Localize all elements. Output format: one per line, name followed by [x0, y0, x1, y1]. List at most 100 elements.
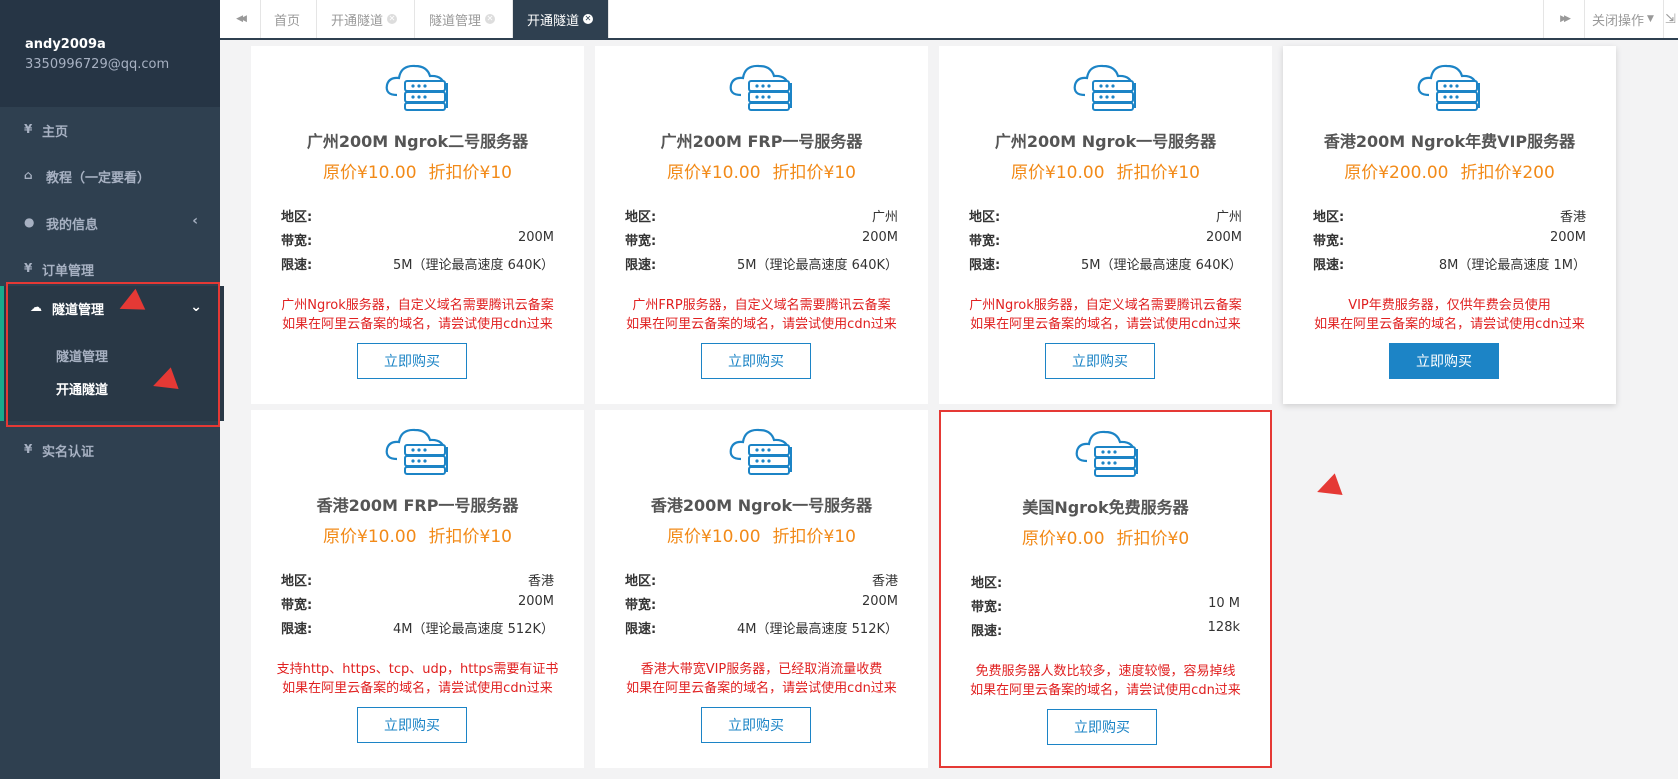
discount-price: 折扣价¥200: [1460, 163, 1555, 183]
speed-value: 8M（理论最高速度 1M）: [1438, 258, 1586, 273]
cloud-server-icon: [1415, 61, 1485, 111]
region-label: 地区:: [625, 574, 657, 589]
original-price: 原价¥10.00: [667, 163, 761, 183]
server-title: 广州200M Ngrok二号服务器: [306, 132, 529, 151]
speed-label: 限速:: [971, 624, 1003, 639]
tab-label: 隧道管理: [429, 13, 482, 29]
original-price: 原价¥10.00: [323, 163, 417, 183]
buy-now-button[interactable]: 立即购买: [701, 707, 811, 743]
server-title: 香港200M FRP一号服务器: [316, 496, 519, 515]
user-name[interactable]: andy2009a: [25, 37, 106, 52]
server-title: 美国Ngrok免费服务器: [1022, 498, 1189, 517]
region-value: 香港: [871, 574, 898, 589]
server-description: 广州FRP服务器，自定义域名需要腾讯云备案 如果在阿里云备案的域名，请尝试使用cd…: [595, 296, 928, 334]
tab-label: 开通隧道: [331, 13, 384, 29]
original-price: 原价¥10.00: [323, 527, 417, 547]
bandwidth-label: 带宽:: [281, 234, 313, 249]
nav-realname-label: 实名认证: [42, 445, 95, 460]
server-description: 广州Ngrok服务器，自定义域名需要腾讯云备案 如果在阿里云备案的域名，请尝试使用…: [251, 296, 584, 334]
tab-scroll-left-button[interactable]: ◀◀: [220, 0, 261, 38]
buy-now-button[interactable]: 立即购买: [701, 343, 811, 379]
yen-icon: ¥: [24, 261, 33, 275]
speed-value: 5M（理论最高速度 640K）: [1081, 258, 1242, 273]
buy-now-button[interactable]: 立即购买: [1389, 343, 1499, 379]
region-label: 地区:: [281, 574, 313, 589]
bandwidth-value: 200M: [517, 230, 554, 245]
bandwidth-label: 带宽:: [1313, 234, 1345, 249]
discount-price: 折扣价¥10: [428, 527, 512, 547]
tab-tunnel-manage[interactable]: 隧道管理 ✕: [415, 0, 513, 38]
tab-open-tunnel-active[interactable]: 开通隧道 ✕: [513, 0, 609, 38]
tab-open-tunnel[interactable]: 开通隧道 ✕: [317, 0, 415, 38]
cloud-server-icon: [727, 61, 797, 111]
description-line: 支持http、https、tcp、udp，https需要有证书: [276, 662, 559, 677]
server-description: 香港大带宽VIP服务器，已经取消流量收费 如果在阿里云备案的域名，请尝试使用cdn…: [595, 660, 928, 698]
bandwidth-value: 200M: [517, 594, 554, 609]
user-icon: ●: [24, 215, 35, 229]
buy-now-button[interactable]: 立即购买: [1045, 343, 1155, 379]
speed-label: 限速:: [281, 622, 313, 637]
speed-value: 4M（理论最高速度 512K）: [737, 622, 898, 637]
speed-label: 限速:: [625, 258, 657, 273]
discount-price: 折扣价¥10: [428, 163, 512, 183]
region-label: 地区:: [969, 210, 1001, 225]
speed-value: 5M（理论最高速度 640K）: [737, 258, 898, 273]
server-title: 香港200M Ngrok一号服务器: [650, 496, 873, 515]
speed-row: 限速: 8M（理论最高速度 1M）: [1313, 254, 1586, 273]
region-value: 广州: [871, 210, 898, 225]
nav-myinfo[interactable]: ● 我的信息 ‹: [0, 201, 220, 245]
speed-row: 限速: 5M（理论最高速度 640K）: [625, 254, 898, 273]
region-row: 地区: 香港: [1313, 206, 1586, 225]
tab-home[interactable]: 首页: [260, 0, 317, 38]
region-row: 地区: 广州: [625, 206, 898, 225]
server-card: 广州200M FRP一号服务器 原价¥10.00 折扣价¥10 地区: 广州 带宽:…: [595, 46, 928, 404]
description-line: 广州Ngrok服务器，自定义域名需要腾讯云备案: [281, 298, 554, 313]
server-price: 原价¥200.00 折扣价¥200: [1283, 158, 1616, 183]
close-icon[interactable]: ✕: [485, 14, 496, 24]
close-icon[interactable]: ✕: [583, 14, 594, 24]
region-label: 地区:: [971, 576, 1003, 591]
buy-now-button[interactable]: 立即购买: [1047, 709, 1157, 745]
close-ops-dropdown[interactable]: 关闭操作 ▼: [1583, 0, 1664, 38]
speed-value: 128k: [1207, 620, 1240, 635]
nav-tutorial-label: 教程（一定要看）: [46, 171, 151, 186]
region-row: 地区: 广州: [969, 206, 1242, 225]
server-price: 原价¥10.00 折扣价¥10: [251, 158, 584, 183]
exit-icon[interactable]: ⇲: [1663, 0, 1678, 38]
close-icon[interactable]: ✕: [387, 14, 398, 24]
annotation-highlight-box: [6, 282, 220, 427]
speed-label: 限速:: [625, 622, 657, 637]
region-value: 广州: [1215, 210, 1242, 225]
region-row: 地区:: [281, 206, 554, 225]
bandwidth-label: 带宽:: [969, 234, 1001, 249]
nav-realname[interactable]: ¥ 实名认证: [0, 428, 220, 472]
server-card: 香港200M Ngrok一号服务器 原价¥10.00 折扣价¥10 地区: 香港 带…: [595, 410, 928, 768]
description-line: 如果在阿里云备案的域名，请尝试使用cdn过来: [970, 683, 1241, 698]
original-price: 原价¥200.00: [1344, 163, 1449, 183]
description-line: 广州FRP服务器，自定义域名需要腾讯云备案: [632, 298, 891, 313]
tab-scroll-right-button[interactable]: ▶▶: [1543, 0, 1585, 38]
nav-myinfo-label: 我的信息: [46, 218, 99, 233]
tab-bar: ◀◀ 首页 开通隧道 ✕ 隧道管理 ✕ 开通隧道 ✕ ▶▶ 关闭操作 ▼ ⇲: [220, 0, 1678, 40]
bandwidth-value: 200M: [1549, 230, 1586, 245]
description-line: 如果在阿里云备案的域名，请尝试使用cdn过来: [1314, 317, 1585, 332]
home-icon: ⌂: [24, 168, 33, 182]
chevron-left-icon: ‹: [192, 213, 198, 229]
server-description: 广州Ngrok服务器，自定义域名需要腾讯云备案 如果在阿里云备案的域名，请尝试使用…: [939, 296, 1272, 334]
server-card: 广州200M Ngrok一号服务器 原价¥10.00 折扣价¥10 地区: 广州 带…: [939, 46, 1272, 404]
double-chevron-left-icon: ◀◀: [236, 14, 247, 24]
yen-icon: ¥: [24, 442, 33, 456]
original-price: 原价¥10.00: [667, 527, 761, 547]
region-row: 地区: 香港: [625, 570, 898, 589]
bandwidth-value: 200M: [861, 594, 898, 609]
discount-price: 折扣价¥0: [1116, 529, 1190, 549]
speed-row: 限速: 5M（理论最高速度 640K）: [281, 254, 554, 273]
user-profile: andy2009a 3350996729@qq.com: [0, 0, 220, 107]
buy-now-button[interactable]: 立即购买: [357, 343, 467, 379]
bandwidth-row: 带宽: 200M: [969, 230, 1242, 249]
buy-now-button[interactable]: 立即购买: [357, 707, 467, 743]
nav-tutorial[interactable]: ⌂ 教程（一定要看）: [0, 154, 220, 198]
nav-orders-label: 订单管理: [42, 264, 95, 279]
nav-home[interactable]: ¥ 主页: [0, 108, 220, 152]
server-title: 香港200M Ngrok年费VIP服务器: [1323, 132, 1576, 151]
